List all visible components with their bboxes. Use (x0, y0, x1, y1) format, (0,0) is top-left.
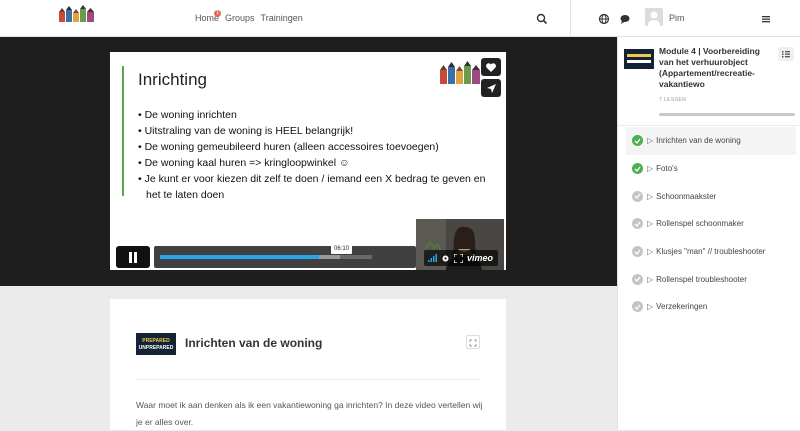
lesson-item-schoonmaakster[interactable]: ▷ Schoonmaakster (626, 182, 796, 210)
progress-bar[interactable] (154, 246, 416, 268)
lesson-item-fotos[interactable]: ▷ Foto's (626, 155, 796, 183)
check-icon (632, 246, 643, 258)
play-triangle-icon: ▷ (647, 274, 654, 284)
nav-groups[interactable]: Groups (225, 13, 255, 23)
lesson-label: Schoonmaakster (656, 191, 717, 201)
lesson-label: Klusjes "man" // troubleshooter (656, 247, 766, 257)
check-icon (632, 273, 643, 285)
avatar[interactable] (645, 8, 663, 26)
search-icon[interactable] (536, 12, 548, 25)
chat-icon[interactable] (619, 12, 631, 24)
top-navigation-bar: Home Groups Trainingen 1 Pim (0, 0, 800, 37)
fullscreen-icon[interactable] (454, 253, 463, 263)
lesson-label: Verzekeringen (656, 302, 708, 312)
volume-icon[interactable] (428, 254, 437, 262)
progress-track[interactable] (160, 255, 372, 259)
slide-bullet: De woning kaal huren => kringloopwinkel … (138, 155, 498, 171)
check-icon (632, 218, 643, 230)
lesson-list: ▷ Inrichten van de woning ▷ Foto's ▷ Sch… (626, 127, 796, 321)
time-tooltip: 06:10 (331, 244, 353, 254)
lesson-item-rollenspel-troubleshooter[interactable]: ▷ Rollenspel troubleshooter (626, 265, 796, 293)
settings-gear-icon[interactable] (441, 254, 450, 263)
slide-accent-bar (122, 66, 124, 196)
lesson-label: Rollenspel schoonmaker (656, 219, 744, 229)
pause-button[interactable] (116, 246, 150, 268)
thumb-text-unprepared: UNPREPARED (139, 345, 174, 351)
vimeo-brand[interactable]: vimeo (467, 253, 493, 263)
user-name[interactable]: Pim (669, 13, 685, 23)
player-tools: vimeo (424, 250, 498, 266)
lesson-item-verzekeringen[interactable]: ▷ Verzekeringen (626, 293, 796, 321)
lesson-item-rollenspel-schoonmaker[interactable]: ▷ Rollenspel schoonmaker (626, 210, 796, 238)
main-nav: Home Groups Trainingen (195, 13, 303, 23)
course-sidebar: Module 4 | Voorbereiding van het verhuur… (617, 37, 800, 430)
lesson-item-klusjes[interactable]: ▷ Klusjes "man" // troubleshooter (626, 238, 796, 266)
check-icon (632, 163, 643, 175)
header-divider (570, 0, 571, 37)
lesson-card: PREPARED UNPREPARED Inrichten van de won… (110, 299, 506, 430)
globe-icon[interactable] (598, 12, 610, 25)
share-button[interactable] (481, 79, 501, 97)
sidebar-divider (618, 125, 800, 126)
slide-bullet: De woning gemeubileerd huren (alleen acc… (138, 139, 498, 155)
notification-badge: 1 (214, 10, 221, 17)
like-button[interactable] (481, 58, 501, 76)
play-triangle-icon: ▷ (647, 302, 654, 312)
check-icon (632, 135, 643, 147)
lesson-thumbnail: PREPARED UNPREPARED (136, 333, 176, 355)
video-controls (116, 246, 416, 268)
play-triangle-icon: ▷ (647, 219, 654, 229)
site-logo[interactable] (57, 4, 97, 32)
thumb-text-prepared: PREPARED (142, 338, 170, 344)
slide-bullet: Uitstraling van de woning is HEEL belang… (138, 123, 498, 139)
card-divider (136, 379, 480, 380)
expand-icon[interactable] (466, 335, 480, 349)
slide-bullet: Je kunt er voor kiezen dit zelf te doen … (138, 171, 498, 203)
module-thumbnail (624, 49, 654, 69)
slide-title: Inrichting (138, 70, 207, 89)
lesson-label: Rollenspel troubleshooter (656, 274, 747, 284)
nav-trainingen[interactable]: Trainingen (261, 13, 303, 23)
check-icon (632, 301, 643, 313)
list-toggle-icon[interactable] (778, 47, 794, 61)
lesson-count: 7 LESSEN (659, 97, 687, 103)
module-title: Module 4 | Voorbereiding van het verhuur… (659, 46, 760, 89)
lesson-label: Inrichten van de woning (656, 136, 741, 146)
slide-logo (438, 60, 486, 92)
lesson-description: Waar moet ik aan denken als ik een vakan… (136, 400, 483, 427)
play-triangle-icon: ▷ (647, 136, 654, 146)
lesson-title: Inrichten van de woning (185, 336, 323, 350)
video-player[interactable]: Inrichting De woning inrichten Uitstrali… (110, 52, 506, 270)
lesson-item-inrichten[interactable]: ▷ Inrichten van de woning (626, 127, 796, 155)
lesson-label: Foto's (656, 164, 678, 174)
module-progress-bar (659, 113, 795, 116)
progress-played (160, 255, 319, 259)
play-triangle-icon: ▷ (647, 164, 654, 174)
play-triangle-icon: ▷ (647, 247, 654, 257)
play-triangle-icon: ▷ (647, 191, 654, 201)
hamburger-menu-icon[interactable] (760, 12, 772, 24)
check-icon (632, 190, 643, 202)
slide-bullet: De woning inrichten (138, 107, 498, 123)
slide-bullet-list: De woning inrichten Uitstraling van de w… (138, 107, 498, 203)
